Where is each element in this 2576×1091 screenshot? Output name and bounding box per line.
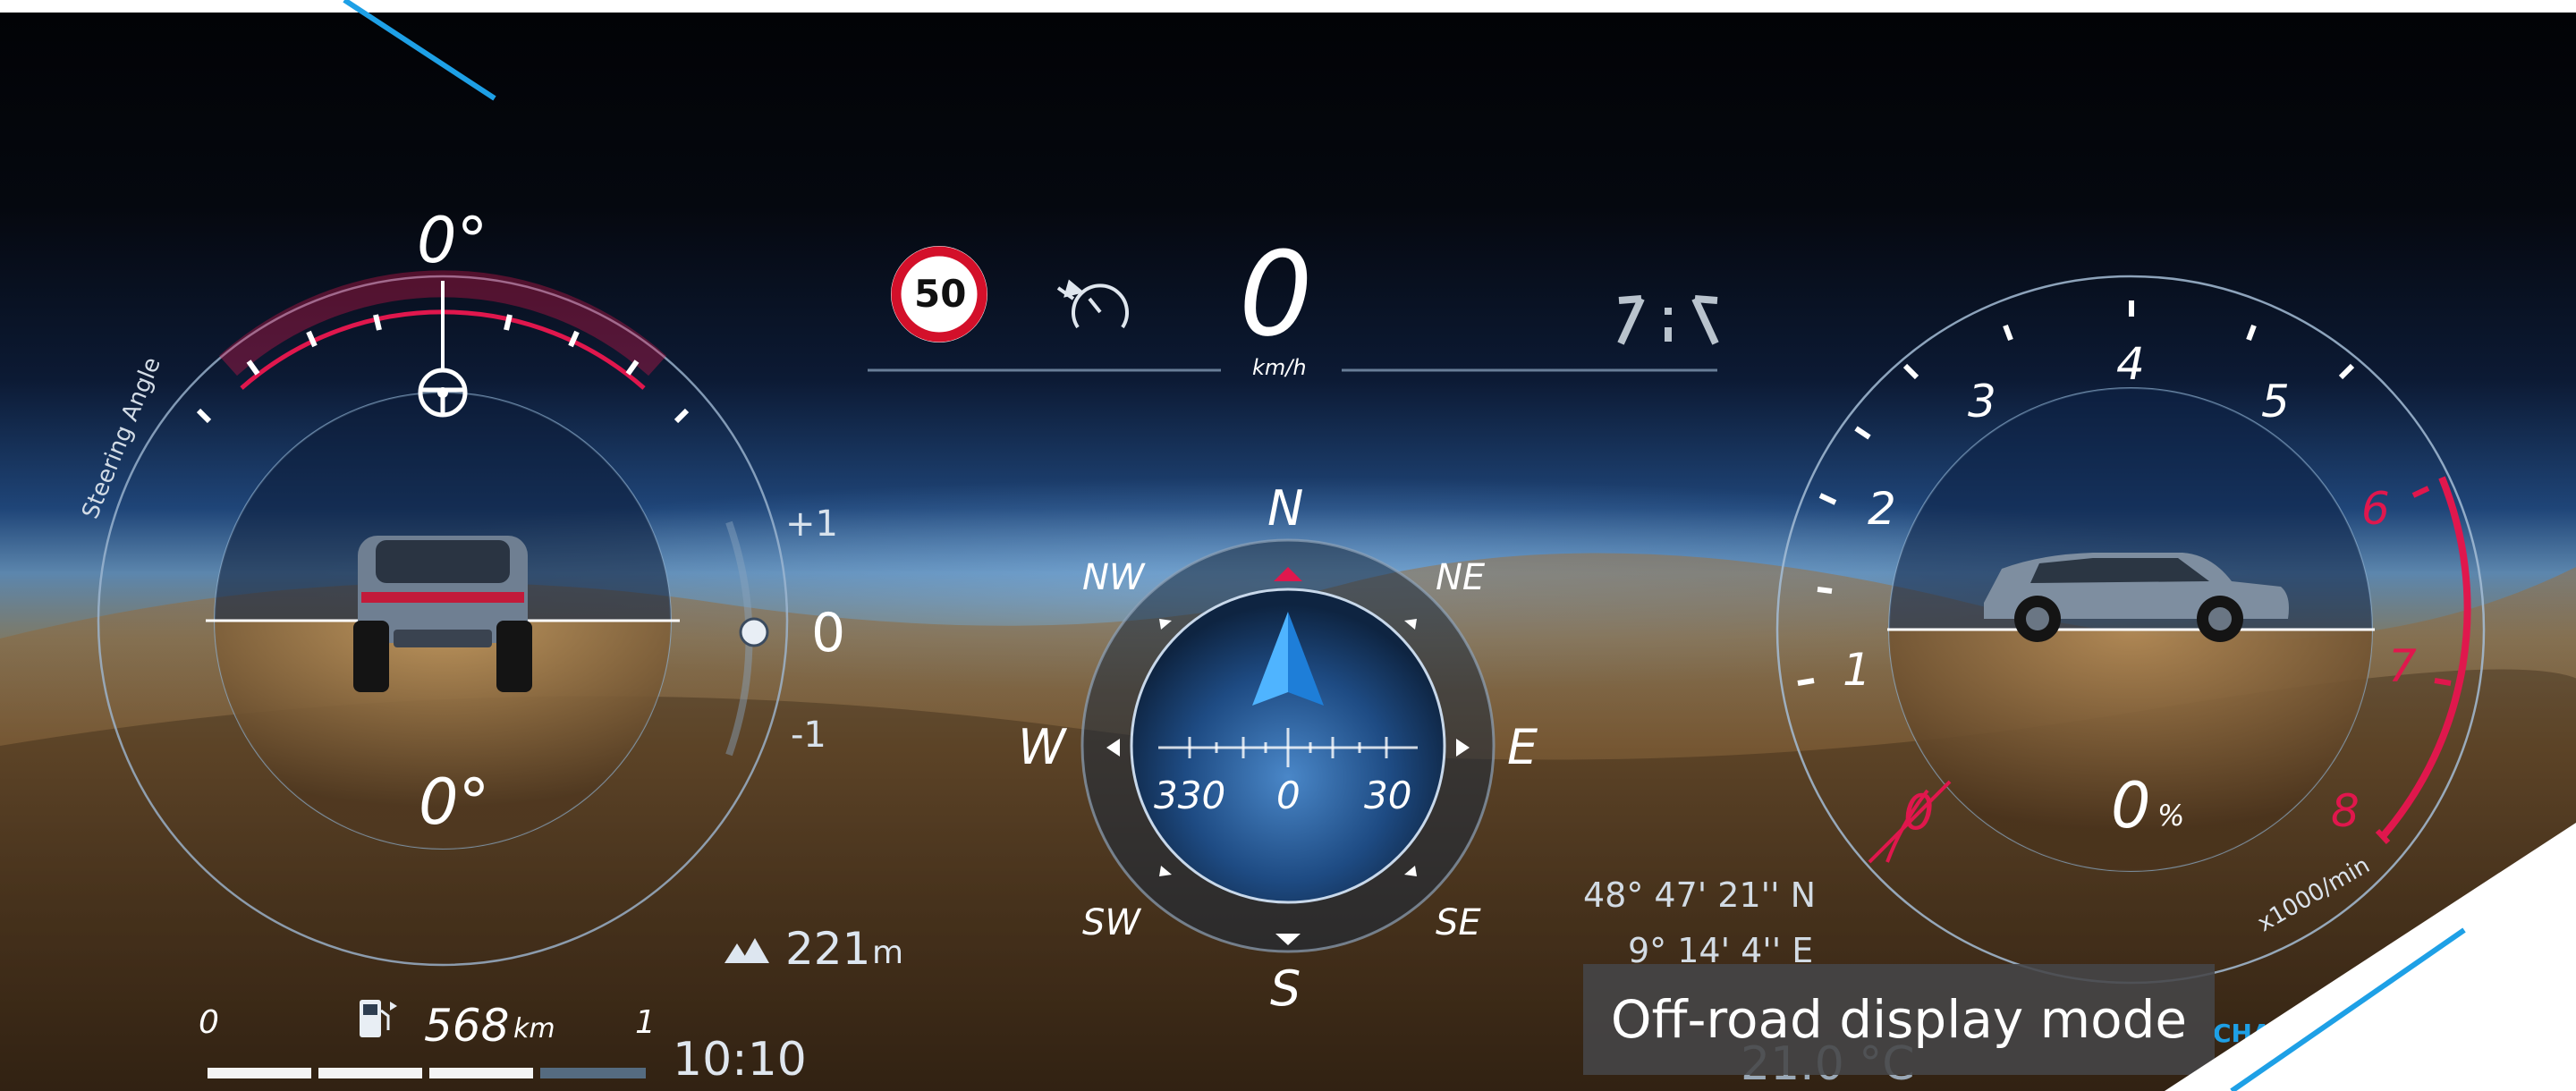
accent-line-bottom — [2230, 927, 2466, 1091]
accent-lines — [343, 0, 2466, 1091]
accent-line-top — [343, 0, 496, 101]
